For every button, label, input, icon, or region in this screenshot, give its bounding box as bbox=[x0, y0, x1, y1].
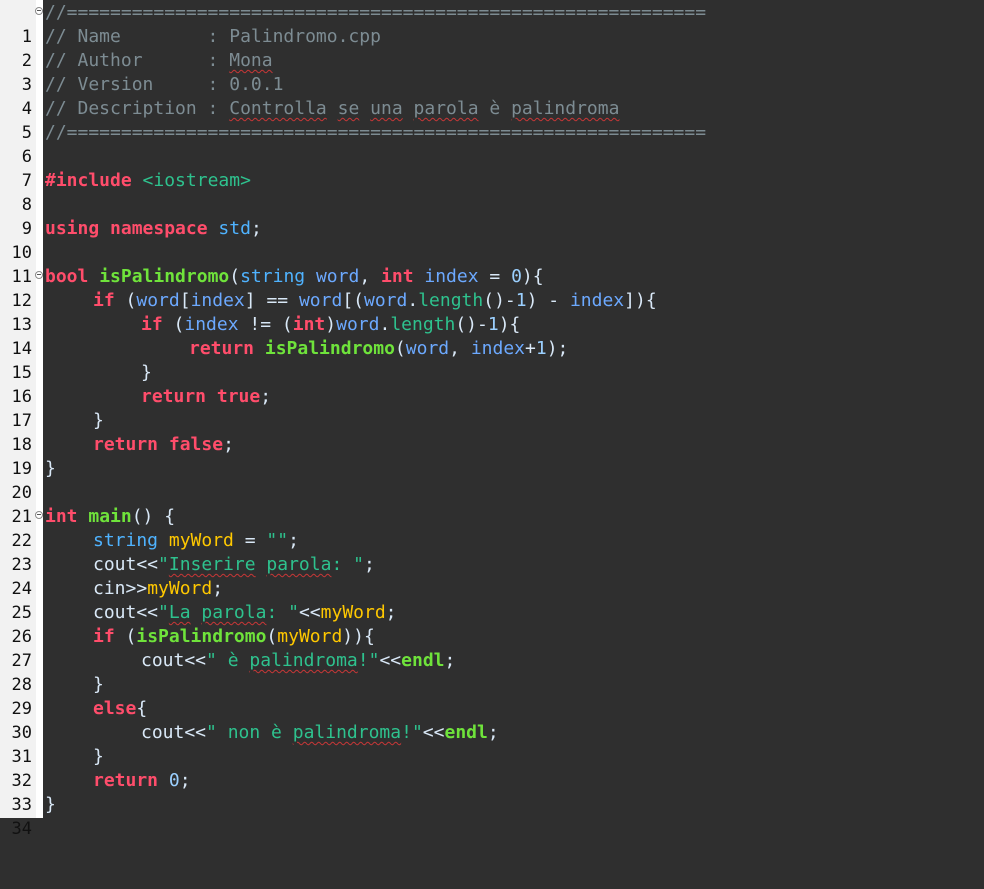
author-name: Mona bbox=[229, 50, 273, 71]
code-line: 23 string myWord = ""; bbox=[0, 529, 984, 575]
code-line: 29 } bbox=[0, 673, 984, 719]
code-line: 32 } bbox=[0, 745, 984, 791]
comment: //======================================… bbox=[45, 2, 707, 23]
code-line: 9 bbox=[0, 193, 984, 239]
code-line: 1 //====================================… bbox=[0, 1, 984, 47]
code-line: 3 // Author : Mona bbox=[0, 49, 984, 95]
code-line: 14 if (index != (int)word.length()-1){ bbox=[0, 313, 984, 359]
code-line: 8 #include <iostream> bbox=[0, 169, 984, 215]
code-line: 17 return true; bbox=[0, 385, 984, 431]
code-line: 25 cin>>myWord; bbox=[0, 577, 984, 623]
code-line: 4 // Version : 0.0.1 bbox=[0, 73, 984, 119]
code-line: 21 bbox=[0, 481, 984, 527]
code-line: 27 if (isPalindromo(myWord)){ bbox=[0, 625, 984, 671]
code-line: 28 cout<<" è palindroma!"<<endl; bbox=[0, 649, 984, 695]
preprocessor-directive: #include bbox=[45, 170, 132, 191]
fold-toggle-icon[interactable] bbox=[35, 511, 43, 519]
comment: // Name : Palindromo.cpp bbox=[45, 26, 381, 47]
code-line: 20 } bbox=[0, 457, 984, 503]
fold-toggle-icon[interactable] bbox=[35, 7, 43, 15]
code-line: 13 if (word[index] == word[(word.length(… bbox=[0, 289, 984, 335]
code-editor[interactable]: 1 //====================================… bbox=[0, 0, 984, 839]
include-header: <iostream> bbox=[142, 170, 251, 191]
code-line: 12 bool isPalindromo(string word, int in… bbox=[0, 265, 984, 311]
code-line: 5 // Description : Controlla se una paro… bbox=[0, 97, 984, 143]
code-line: 10 using namespace std; bbox=[0, 217, 984, 263]
code-line: 2 // Name : Palindromo.cpp bbox=[0, 25, 984, 71]
code-line: 26 cout<<"La parola: "<<myWord; bbox=[0, 601, 984, 647]
comment: //======================================… bbox=[45, 122, 707, 143]
code-line: 16 } bbox=[0, 361, 984, 407]
code-line: 24 cout<<"Inserire parola: "; bbox=[0, 553, 984, 599]
comment: // Version : 0.0.1 bbox=[45, 74, 284, 95]
line-number: 34 bbox=[11, 819, 32, 839]
code-line: 31 cout<<" non è palindroma!"<<endl; bbox=[0, 721, 984, 767]
code-line: 7 bbox=[0, 145, 984, 191]
code-line: 6 //====================================… bbox=[0, 121, 984, 167]
comment-prefix: // Author : bbox=[45, 50, 230, 71]
code-line: 22 int main() { bbox=[0, 505, 984, 551]
code-line: 11 bbox=[0, 241, 984, 287]
code-line: 33 return 0; bbox=[0, 769, 984, 815]
code-line: 30 else{ bbox=[0, 697, 984, 743]
code-line: 15 return isPalindromo(word, index+1); bbox=[0, 337, 984, 383]
fold-toggle-icon[interactable] bbox=[35, 271, 43, 279]
code-line: 19 return false; bbox=[0, 433, 984, 479]
code-area[interactable]: 1 //====================================… bbox=[0, 1, 984, 839]
code-line: 34 } bbox=[0, 793, 984, 839]
comment-prefix: // Description : bbox=[45, 98, 230, 119]
code-line: 18 } bbox=[0, 409, 984, 455]
